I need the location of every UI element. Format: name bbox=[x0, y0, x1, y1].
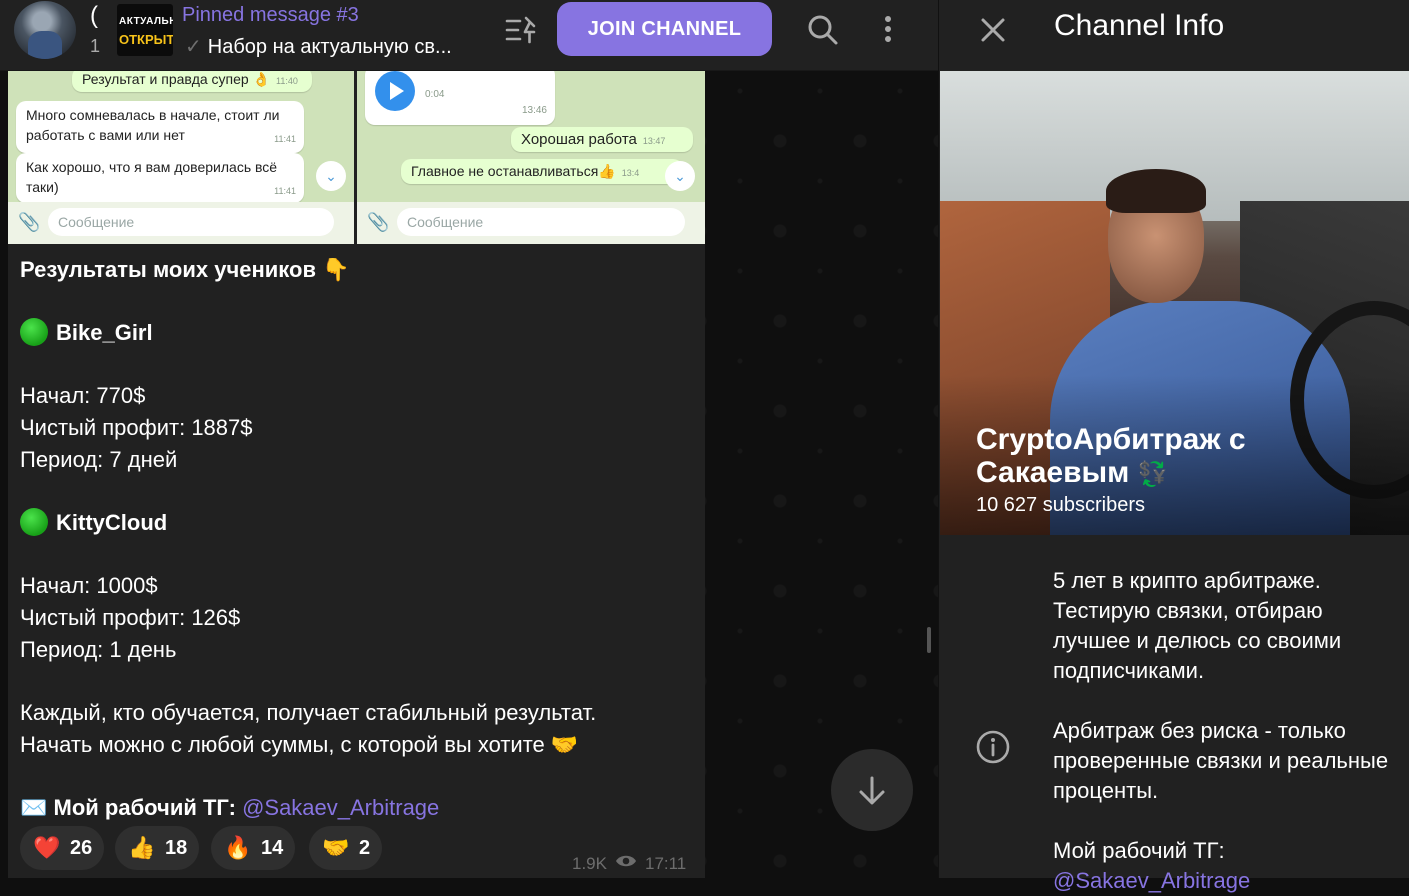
channel-count-fragment: 1 bbox=[90, 36, 101, 56]
screenshot-input-field: Сообщение bbox=[397, 208, 685, 236]
panel-title: Channel Info bbox=[1054, 9, 1225, 42]
review-screenshot-2[interactable]: 0:04 13:46 Хорошая работа 13:47 Главное н… bbox=[357, 71, 705, 244]
student-start: Начал: 770$ bbox=[20, 383, 146, 408]
reaction-count: 26 bbox=[70, 836, 93, 859]
pinned-message-text[interactable]: ✓ Набор на актуальную св... bbox=[185, 34, 452, 59]
bubble-text: Как хорошо, что я вам доверилась всё так… bbox=[26, 159, 278, 195]
bubble-text: Много сомневалась в начале, стоит ли раб… bbox=[26, 107, 280, 143]
currency-exchange-icon: 💱 bbox=[1137, 461, 1168, 488]
bubble-text: Результат и правда супер 👌 bbox=[82, 71, 271, 87]
contact-row: ✉️ Мой рабочий ТГ: @Sakaev_Arbitrage bbox=[20, 792, 690, 824]
bio-paragraph: Мой рабочий ТГ: bbox=[1053, 838, 1225, 863]
review-bubble: Как хорошо, что я вам доверилась всё так… bbox=[16, 153, 304, 203]
contact-label: ✉️ Мой рабочий ТГ: bbox=[20, 795, 243, 820]
bubble-text: Главное не останавливаться👍 bbox=[411, 163, 616, 179]
play-icon bbox=[375, 71, 415, 111]
chat-scrollbar[interactable] bbox=[927, 627, 931, 653]
student-period: Период: 7 дней bbox=[20, 447, 178, 472]
bubble-time: 13:4 bbox=[621, 168, 640, 178]
pinned-list-icon[interactable] bbox=[503, 12, 539, 48]
contact-link[interactable]: @Sakaev_Arbitrage bbox=[242, 795, 439, 820]
info-icon bbox=[975, 729, 1011, 765]
review-bubble: Хорошая работа 13:47 bbox=[511, 127, 693, 152]
bubble-time: 11:40 bbox=[276, 76, 298, 86]
pinned-thumb-line2: ОТКРЫТ bbox=[119, 32, 173, 47]
voice-message-bubble: 0:04 13:46 bbox=[365, 71, 555, 125]
view-count: 1.9K bbox=[572, 853, 607, 873]
message-text: Результаты моих учеников 👇 Bike_Girl Нач… bbox=[20, 254, 690, 824]
attach-icon: 📎 bbox=[367, 212, 390, 232]
student-period: Период: 1 день bbox=[20, 637, 177, 662]
review-bubble: Главное не останавливаться👍 13:4 bbox=[401, 159, 683, 184]
voice-time: 13:46 bbox=[521, 105, 547, 116]
eye-icon bbox=[615, 853, 637, 874]
chevron-down-icon: ⌄ bbox=[665, 161, 695, 191]
channel-avatar[interactable] bbox=[14, 1, 76, 59]
check-icon: ✓ bbox=[185, 36, 202, 58]
student-name: Bike_Girl bbox=[56, 320, 153, 345]
close-icon[interactable] bbox=[977, 14, 1009, 46]
review-bubble: Много сомневалась в начале, стоит ли раб… bbox=[16, 101, 304, 153]
reaction-count: 2 bbox=[359, 836, 371, 859]
channel-description: 5 лет в крипто арбитраже. Тестирую связк… bbox=[1053, 566, 1393, 896]
handshake-icon: 🤝 bbox=[322, 835, 350, 860]
student-start: Начал: 1000$ bbox=[20, 573, 158, 598]
channel-name-text: CryptoАрбитраж с Сакаевым bbox=[976, 423, 1246, 489]
arrow-down-icon bbox=[859, 776, 885, 805]
bio-paragraph: Арбитраж без риска - только проверенные … bbox=[1053, 718, 1389, 803]
screenshot-input-bar: 📎 Сообщение bbox=[8, 202, 354, 244]
student-name-row: KittyCloud bbox=[20, 507, 690, 539]
bubble-time: 11:41 bbox=[274, 186, 296, 196]
message-closing-line: Начать можно с любой суммы, с которой вы… bbox=[20, 732, 579, 757]
heart-icon: ❤️ bbox=[33, 835, 61, 860]
screenshot-input-field: Сообщение bbox=[48, 208, 334, 236]
student-profit: Чистый профит: 1887$ bbox=[20, 415, 253, 440]
review-bubble: Результат и правда супер 👌 11:40 bbox=[72, 71, 312, 92]
more-options-icon[interactable] bbox=[870, 10, 906, 50]
green-circle-icon bbox=[20, 508, 48, 536]
bubble-time: 13:47 bbox=[642, 136, 666, 146]
reaction-count: 18 bbox=[165, 836, 188, 859]
bio-paragraph: 5 лет в крипто арбитраже. Тестирую связк… bbox=[1053, 568, 1342, 683]
subscriber-count: 10 627 subscribers bbox=[976, 494, 1145, 516]
student-name-row: Bike_Girl bbox=[20, 317, 690, 349]
message-heading: Результаты моих учеников 👇 bbox=[20, 257, 350, 282]
reaction-handshake[interactable]: 🤝 2 bbox=[309, 826, 383, 870]
student-name: KittyCloud bbox=[56, 510, 168, 535]
panel-header: Channel Info bbox=[939, 0, 1409, 70]
reaction-count: 14 bbox=[261, 836, 284, 859]
channel-cover-photo[interactable]: CryptoАрбитраж с Сакаевым 💱 10 627 subsc… bbox=[940, 71, 1409, 535]
search-icon[interactable] bbox=[803, 10, 843, 50]
bio-link[interactable]: @Sakaev_Arbitrage bbox=[1053, 866, 1393, 896]
channel-name-fragment[interactable]: ( bbox=[90, 2, 98, 30]
channel-info-panel: Channel Info CryptoАрбитраж с Сакаевым 💱… bbox=[938, 0, 1409, 893]
fire-icon: 🔥 bbox=[224, 835, 252, 860]
scroll-to-bottom-button[interactable] bbox=[831, 749, 913, 831]
bubble-text: Хорошая работа bbox=[521, 131, 637, 148]
pinned-thumb-line1: АКТУАЛЬН bbox=[119, 16, 173, 27]
message-time: 17:11 bbox=[644, 853, 687, 873]
chat-header: ( 1 АКТУАЛЬН ОТКРЫТ Pinned message #3 ✓ Н… bbox=[0, 0, 938, 71]
reaction-fire[interactable]: 🔥 14 bbox=[211, 826, 296, 870]
reaction-heart[interactable]: ❤️ 26 bbox=[20, 826, 105, 870]
voice-duration: 0:04 bbox=[425, 89, 445, 100]
pinned-message-thumbnail[interactable]: АКТУАЛЬН ОТКРЫТ bbox=[117, 4, 173, 56]
message-meta: 1.9K 17:11 bbox=[572, 853, 686, 874]
message-photo-album[interactable]: Результат и правда супер 👌 11:40 Много со… bbox=[8, 71, 705, 244]
attach-icon: 📎 bbox=[18, 212, 41, 232]
chevron-down-icon: ⌄ bbox=[316, 161, 346, 191]
pinned-message-preview: Набор на актуальную св... bbox=[207, 36, 452, 58]
bubble-time: 11:41 bbox=[274, 134, 296, 144]
review-screenshot-1[interactable]: Результат и правда супер 👌 11:40 Много со… bbox=[8, 71, 354, 244]
thumbs-up-icon: 👍 bbox=[128, 835, 156, 860]
student-profit: Чистый профит: 126$ bbox=[20, 605, 241, 630]
reaction-thumbs-up[interactable]: 👍 18 bbox=[115, 826, 200, 870]
channel-name: CryptoАрбитраж с Сакаевым 💱 bbox=[976, 423, 1276, 491]
message-closing-line: Каждый, кто обучается, получает стабильн… bbox=[20, 700, 597, 725]
screenshot-input-bar: 📎 Сообщение bbox=[357, 202, 705, 244]
join-channel-button[interactable]: JOIN CHANNEL bbox=[557, 2, 772, 56]
pinned-message-title[interactable]: Pinned message #3 bbox=[182, 4, 359, 27]
green-circle-icon bbox=[20, 318, 48, 346]
